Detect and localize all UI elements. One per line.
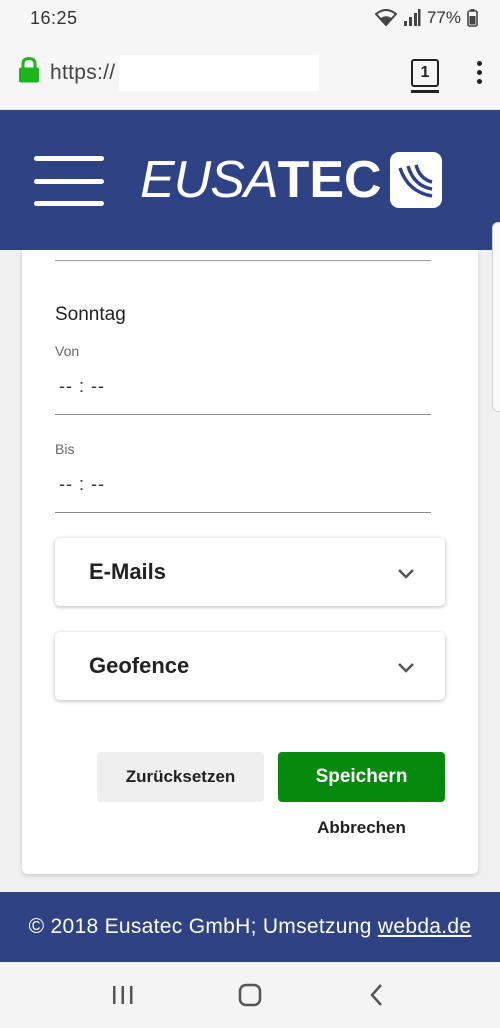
footer-text: © 2018 Eusatec GmbH; Umsetzung (28, 915, 372, 938)
geofence-panel[interactable]: Geofence (55, 632, 445, 700)
battery-level: 77% (426, 8, 461, 27)
overflow-menu-icon[interactable] (477, 61, 482, 84)
recent-apps-icon[interactable] (103, 975, 143, 1015)
cancel-link[interactable]: Abbrechen (278, 818, 445, 838)
battery-icon (467, 9, 478, 27)
lock-icon (18, 56, 50, 88)
from-underline (55, 414, 431, 415)
brand-logo[interactable]: EUSATEC (140, 150, 442, 210)
reset-button[interactable]: Zurücksetzen (97, 752, 264, 802)
system-nav-bar (0, 962, 500, 1028)
browser-url-bar: https:// 1 (0, 36, 500, 110)
site-header: EUSATEC (0, 110, 500, 250)
from-time-input[interactable]: -- : -- (59, 376, 105, 397)
status-bar: 16:25 77% (0, 0, 500, 36)
emails-panel[interactable]: E-Mails (55, 538, 445, 606)
settings-card: Sonntag Von -- : -- Bis -- : -- E-Mails … (22, 250, 478, 874)
to-time-input[interactable]: -- : -- (59, 474, 105, 495)
back-icon[interactable] (357, 975, 397, 1015)
status-icons: 77% (374, 8, 478, 28)
brand-name: EUSATEC (140, 151, 382, 209)
status-time: 16:25 (30, 7, 78, 28)
tab-count: 1 (420, 63, 430, 81)
save-button[interactable]: Speichern (278, 752, 445, 802)
to-underline (55, 512, 431, 513)
scroll-handle[interactable] (492, 222, 500, 412)
chevron-down-icon (398, 569, 414, 579)
url-prefix[interactable]: https:// (50, 61, 115, 85)
site-footer: © 2018 Eusatec GmbH; Umsetzung webda.de (0, 892, 500, 962)
wifi-icon (374, 9, 397, 27)
chevron-down-icon (398, 663, 414, 673)
field-underline (55, 260, 431, 261)
from-label: Von (55, 343, 80, 359)
eusatec-logo-icon (389, 152, 442, 208)
hamburger-menu-icon[interactable] (34, 156, 104, 206)
footer-link[interactable]: webda.de (378, 915, 471, 939)
signal-icon (403, 9, 421, 27)
home-icon[interactable] (230, 975, 270, 1015)
url-field[interactable] (119, 54, 320, 91)
day-title: Sonntag (55, 304, 126, 325)
geofence-panel-title: Geofence (89, 653, 190, 678)
emails-panel-title: E-Mails (89, 559, 167, 584)
tabs-button[interactable]: 1 (411, 58, 439, 93)
to-label: Bis (55, 441, 75, 457)
